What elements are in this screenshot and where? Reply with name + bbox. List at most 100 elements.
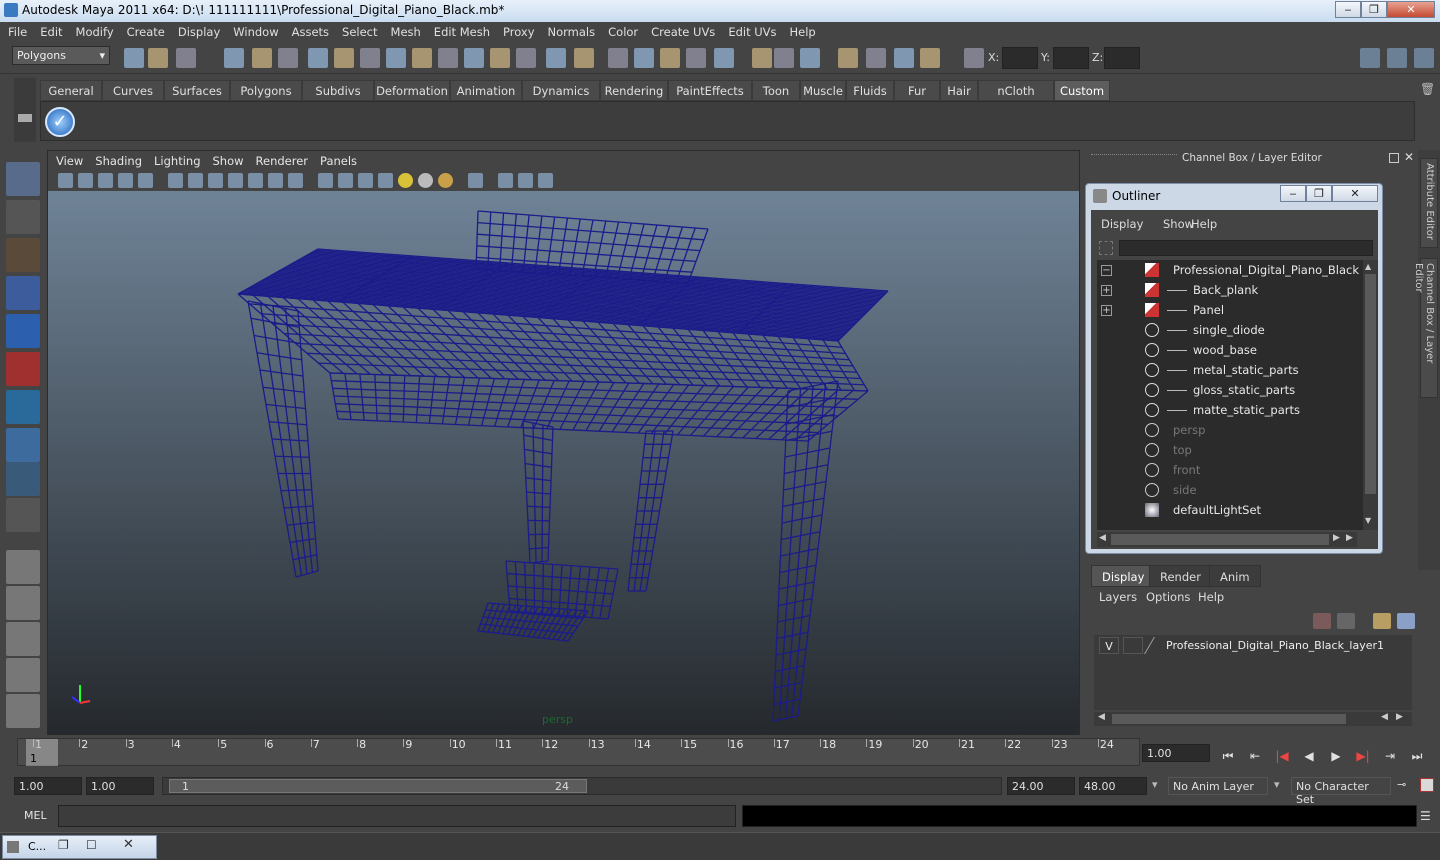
shelf-tab-painteffects[interactable]: PaintEffects [668,80,752,101]
range-slider[interactable]: 1 24 [162,777,1002,795]
viewport-tool-icon[interactable] [58,173,73,188]
new-scene-icon[interactable] [124,48,144,68]
menu-select[interactable]: Select [334,22,382,39]
viewport-tool-icon[interactable] [498,173,513,188]
shelf-tab-custom[interactable]: Custom [1054,80,1110,101]
z-field[interactable] [1104,47,1140,69]
menu-window[interactable]: Window [225,22,283,39]
filter-icon[interactable] [1099,241,1113,255]
select-by-component-icon[interactable] [278,48,298,68]
select-tool-icon[interactable] [6,162,40,196]
close-panel-icon[interactable]: ✕ [1404,150,1414,164]
menu-edit-mesh[interactable]: Edit Mesh [426,22,495,39]
preferences-icon[interactable] [1420,778,1434,792]
show-hide-attribute-editor-icon[interactable] [1414,48,1434,68]
outliner-item[interactable]: defaultLightSet [1097,500,1363,520]
layer-tab-anim[interactable]: Anim [1209,565,1261,587]
graph-editor-layout-icon[interactable] [6,658,40,692]
maximize-button[interactable]: ❐ [1361,1,1387,18]
step-forward-key-icon[interactable]: ⇥ [1382,749,1398,763]
close-button[interactable]: ✕ [1387,1,1435,18]
hypershade-icon[interactable] [686,48,706,68]
layer-menu-help[interactable]: Help [1198,590,1224,604]
input-line-icon[interactable] [752,48,772,68]
viewport-menu-lighting[interactable]: Lighting [154,154,200,168]
go-to-start-icon[interactable]: ⏮ [1220,749,1236,763]
layer-menu-layers[interactable]: Layers [1099,590,1137,604]
viewport-menu-shading[interactable]: Shading [95,154,142,168]
time-slider[interactable]: 1234567891011121314151617181920212223241 [12,738,1140,768]
query-icon[interactable] [516,48,536,68]
go-to-end-icon[interactable]: ⏭ [1409,749,1425,763]
make-live-icon[interactable] [438,48,458,68]
scroll-right-icon[interactable]: ▶ [1396,712,1403,722]
outliner-item[interactable]: metal_static_parts [1097,360,1363,380]
snap-curve-icon[interactable] [360,48,380,68]
layer-color-swatch[interactable] [1144,637,1168,654]
layout-icon[interactable] [894,48,914,68]
select-by-object-icon[interactable] [252,48,272,68]
viewport-tool-icon[interactable] [248,173,263,188]
menu-normals[interactable]: Normals [540,22,601,39]
trash-icon[interactable]: 🗑 [1420,82,1435,96]
scroll-down-icon[interactable]: ▼ [1365,516,1371,525]
viewport-tool-icon[interactable] [438,173,453,188]
paint-select-tool-icon[interactable] [6,238,40,272]
anim-layer-dropdown[interactable]: No Anim Layer [1168,777,1268,795]
viewport-tool-icon[interactable] [468,173,483,188]
shelf-tab-curves[interactable]: Curves [102,80,164,101]
shelf-tab-general[interactable]: General [40,80,102,101]
viewport-tool-icon[interactable] [98,173,113,188]
close-icon[interactable]: ✕ [123,837,134,852]
range-slider-handle[interactable]: 1 24 [169,779,587,793]
channel-box-tab[interactable]: Channel Box / Layer Editor [1413,258,1438,398]
absolute-transform-icon[interactable] [800,48,820,68]
x-field[interactable] [1002,47,1038,69]
anim-end-field[interactable]: 48.00 [1079,777,1147,795]
menu-edit[interactable]: Edit [32,22,67,39]
viewport-menu-view[interactable]: View [56,154,83,168]
layer-visibility-toggle[interactable]: V [1099,637,1119,654]
outliner-item[interactable]: + Back_plank [1097,280,1363,300]
restore-icon[interactable]: ❐ [58,838,69,852]
outliner-item[interactable]: front [1097,460,1363,480]
shelf-scroll[interactable] [1416,104,1430,140]
scale-tool-icon[interactable] [6,352,40,386]
single-pane-layout-icon[interactable] [6,550,40,584]
viewport-tool-icon[interactable] [138,173,153,188]
outliner-menu-display[interactable]: Display [1101,217,1143,231]
create-layer-selected-icon[interactable] [1397,613,1415,629]
outliner-maximize-button[interactable]: ❐ [1306,185,1332,202]
snap-point-icon[interactable] [386,48,406,68]
show-manipulator-icon[interactable] [6,462,40,496]
command-input[interactable] [58,805,736,827]
lock-icon[interactable] [546,48,566,68]
viewport-menu-panels[interactable]: Panels [320,154,357,168]
render-icon[interactable] [608,48,628,68]
shelf-tab-fur[interactable]: Fur [894,80,940,101]
viewport-tool-icon[interactable] [378,173,393,188]
shelf-tab-toon[interactable]: Toon [752,80,800,101]
menu-help[interactable]: Help [782,22,821,39]
outliner-item[interactable]: matte_static_parts [1097,400,1363,420]
shelf-tab-rendering[interactable]: Rendering [600,80,668,101]
attribute-editor-tab[interactable]: Attribute Editor [1420,158,1438,248]
outliner-menu-show[interactable]: Show [1163,217,1194,231]
shelf-tab-animation[interactable]: Animation [450,80,522,101]
menu-modify[interactable]: Modify [68,22,119,39]
outliner-layout-icon[interactable] [6,622,40,656]
viewport-tool-icon[interactable] [188,173,203,188]
layer-stack-icon[interactable] [1337,613,1355,629]
shelf-menu-handle[interactable] [14,78,36,142]
menu-file[interactable]: File [0,22,32,39]
step-forward-frame-icon[interactable]: ▶| [1355,749,1371,763]
viewport-tool-icon[interactable] [268,173,283,188]
outliner-item[interactable]: top [1097,440,1363,460]
viewport-tool-icon[interactable] [288,173,303,188]
viewport-tool-icon[interactable] [538,173,553,188]
play-forward-icon[interactable]: ▶ [1328,749,1344,763]
viewport-canvas[interactable]: persp [48,191,1079,734]
render-settings-icon[interactable] [660,48,680,68]
grid-icon[interactable] [866,48,886,68]
maximize-icon[interactable]: ☐ [86,838,97,852]
